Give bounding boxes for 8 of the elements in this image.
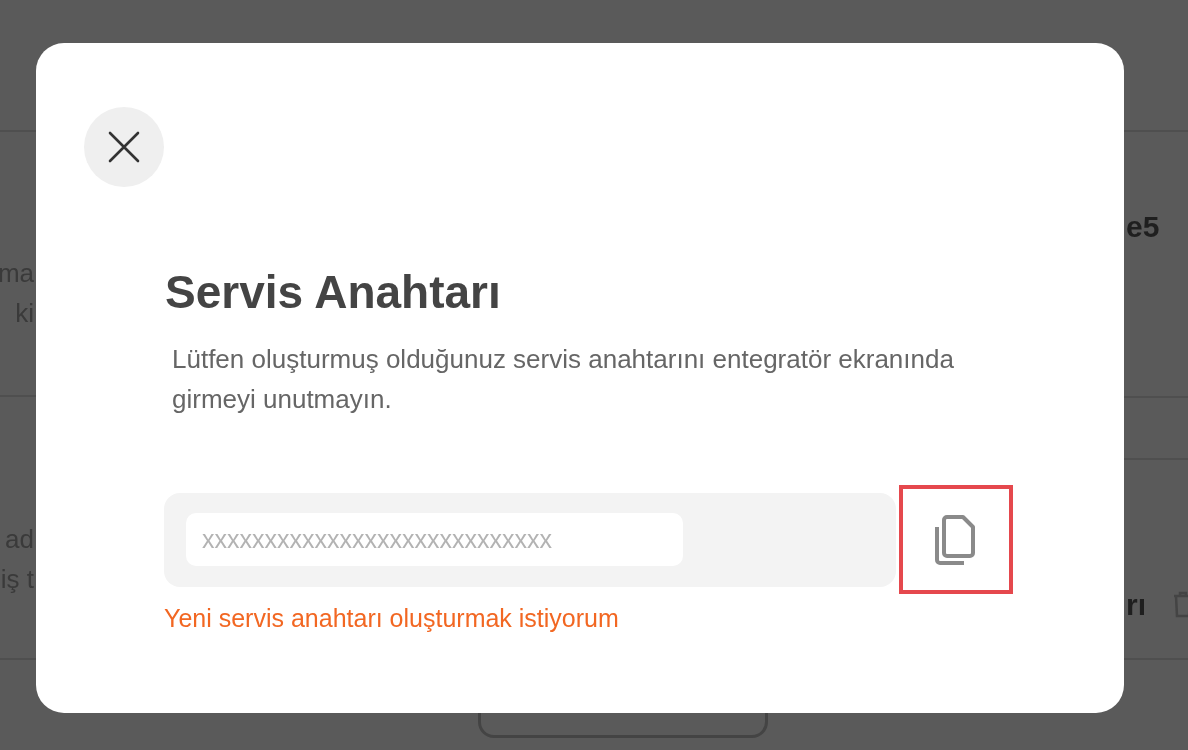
close-icon [107, 130, 141, 164]
dialog-title: Servis Anahtarı [165, 265, 502, 319]
dialog-description: Lütfen oluşturmuş olduğunuz servis anahtarını entegratör ekranında girmeyi unutmayın. [172, 343, 955, 416]
background-text: e5 [1126, 210, 1160, 244]
background-text: rı [1126, 588, 1146, 622]
regenerate-key-link[interactable]: Yeni servis anahtarı oluşturmak istiyorum [164, 604, 619, 633]
copy-button[interactable] [899, 485, 1013, 594]
service-key-field[interactable]: xxxxxxxxxxxxxxxxxxxxxxxxxxxx [186, 513, 683, 566]
